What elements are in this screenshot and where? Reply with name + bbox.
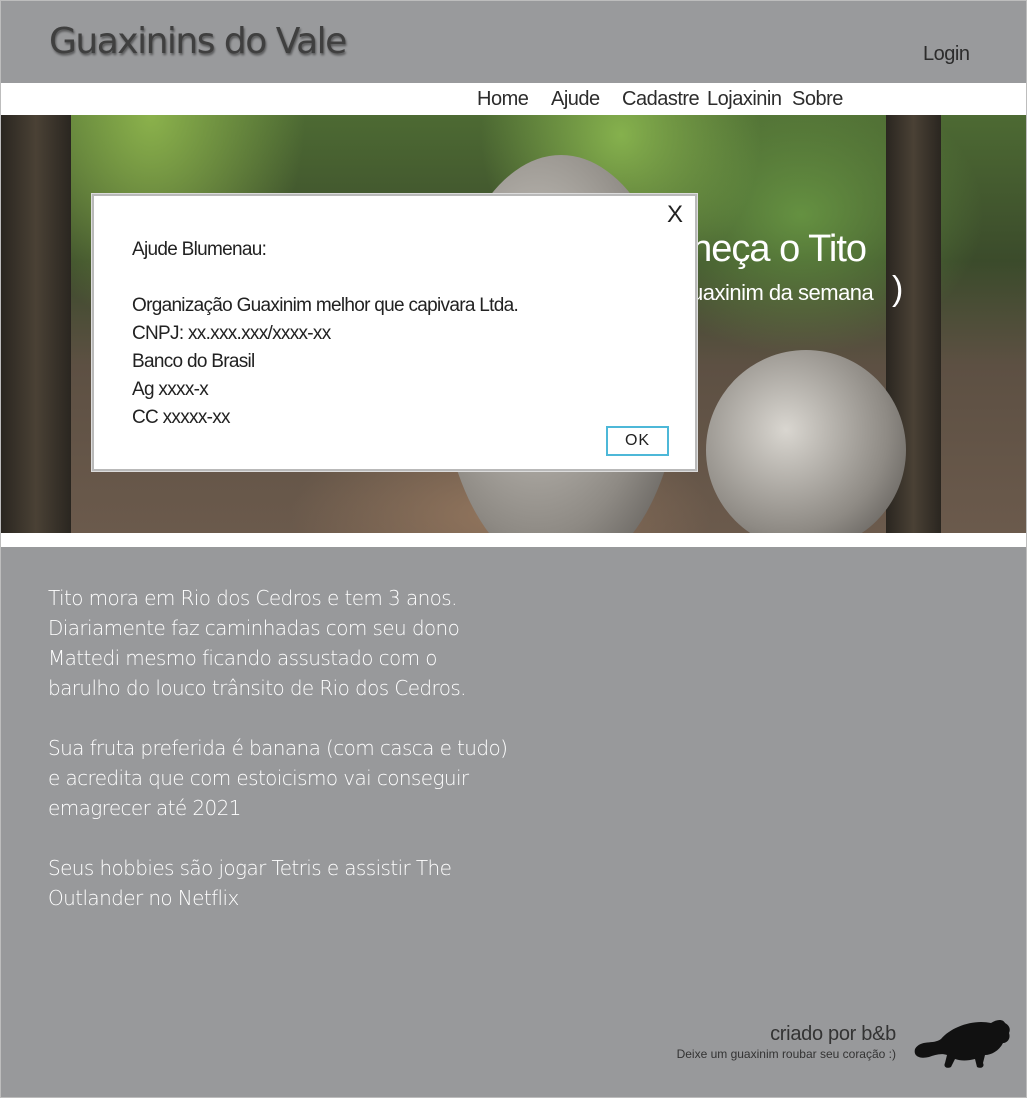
dialog-line: Organização Guaxinim melhor que capivara…: [132, 295, 519, 316]
story-paragraph: Seus hobbies são jogar Tetris e assistir…: [48, 856, 452, 910]
site-header: Guaxinins do Vale Login: [1, 1, 1026, 83]
dialog-line: Ajude Blumenau:: [132, 239, 267, 260]
hero-photo-raccoon: [706, 350, 906, 533]
nav-ajude[interactable]: Ajude: [551, 88, 600, 111]
dialog-line: Ag xxxx-x: [132, 379, 209, 400]
site-title[interactable]: Guaxinins do Vale: [49, 21, 347, 62]
dialog-body: Ajude Blumenau: Organização Guaxinim mel…: [132, 236, 652, 432]
dialog-line: CC xxxxx-xx: [132, 407, 231, 428]
ok-button[interactable]: OK: [606, 426, 669, 456]
nav-home[interactable]: Home: [477, 88, 529, 111]
nav-sobre[interactable]: Sobre: [792, 88, 843, 111]
story-text: Tito mora em Rio dos Cedros e tem 3 anos…: [48, 583, 508, 943]
nav-lojaxinin[interactable]: Lojaxinin: [707, 88, 782, 111]
content-section: Tito mora em Rio dos Cedros e tem 3 anos…: [1, 547, 1026, 1097]
hero-subtitle: uaxinim da semana: [691, 280, 874, 305]
story-paragraph: Tito mora em Rio dos Cedros e tem 3 anos…: [48, 586, 467, 700]
donation-dialog: X Ajude Blumenau: Organização Guaxinim m…: [92, 194, 697, 471]
dialog-line: CNPJ: xx.xxx.xxx/xxxx-xx: [132, 323, 331, 344]
hero-photo-tree: [1, 115, 71, 533]
story-paragraph: Sua fruta preferida é banana (com casca …: [48, 736, 508, 820]
hero-heading: nheça o Tito: [671, 228, 867, 270]
raccoon-icon: [914, 1020, 1010, 1068]
dialog-line: Banco do Brasil: [132, 351, 255, 372]
footer-credit: criado por b&b Deixe um guaxinim roubar …: [676, 1023, 897, 1061]
credit-text: criado por b&b: [770, 1023, 896, 1045]
credit-tagline: Deixe um guaxinim roubar seu coração :): [676, 1047, 896, 1061]
hero-subtitle-paren: ): [892, 270, 904, 308]
section-divider: [1, 533, 1026, 547]
main-nav: Home Ajude Cadastre Lojaxinin Sobre: [1, 83, 1026, 115]
login-link[interactable]: Login: [923, 43, 970, 66]
nav-cadastre[interactable]: Cadastre: [622, 88, 700, 111]
close-icon[interactable]: X: [667, 201, 683, 229]
